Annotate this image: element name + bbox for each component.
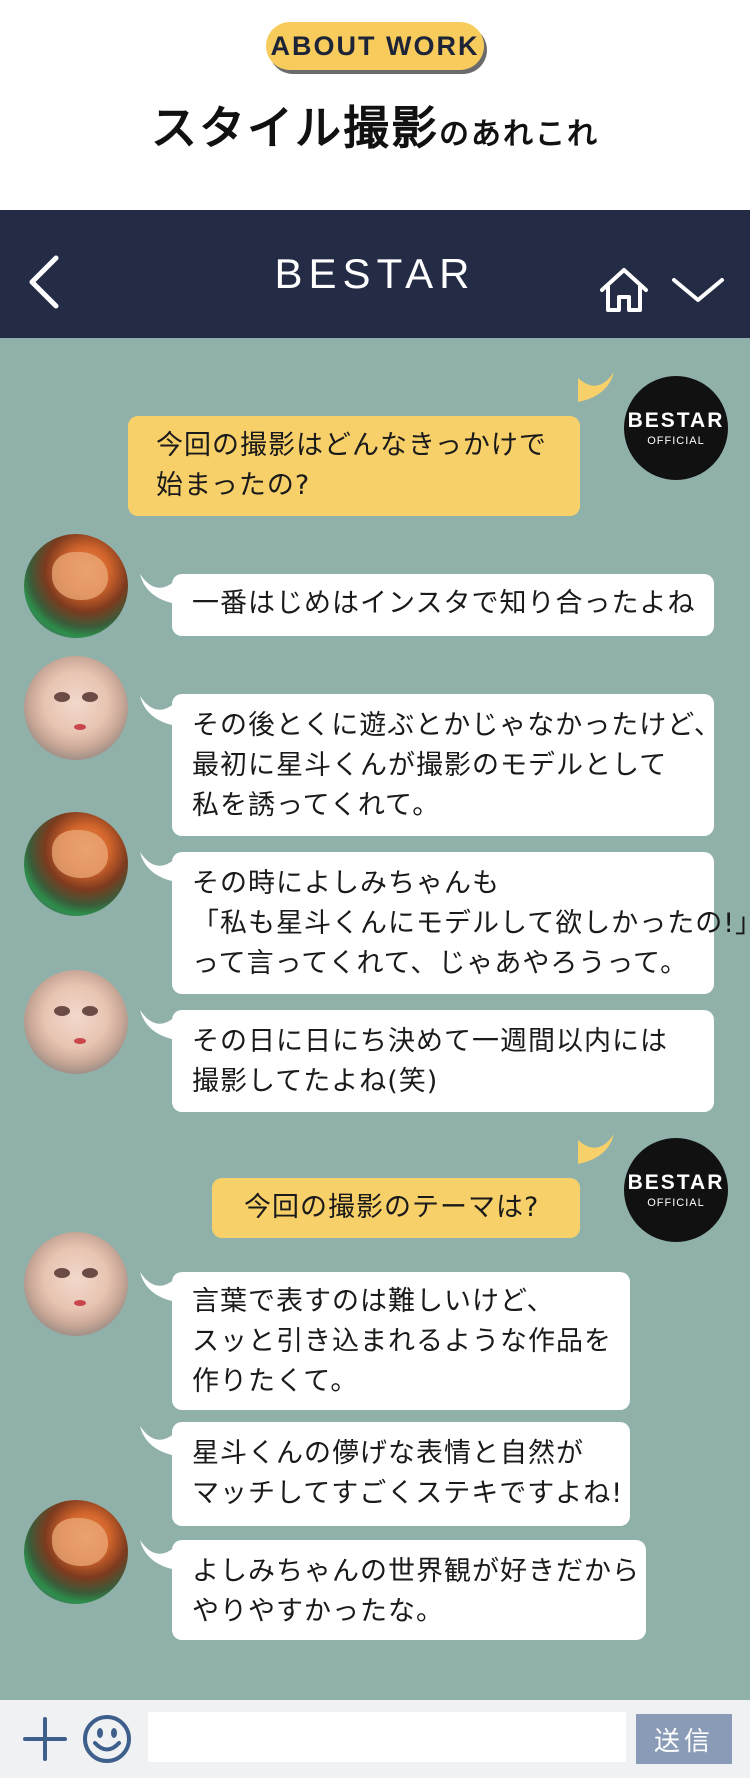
bubble-tail: [140, 852, 176, 882]
message-bubble: その日に日にち決めて一週間以内には 撮影してたよね(笑): [172, 1010, 714, 1112]
official-avatar-line2: OFFICIAL: [647, 435, 705, 447]
message-line: マッチしてすごくステキですよね!: [192, 1478, 624, 1509]
message-input[interactable]: [148, 1712, 626, 1762]
message-line: よしみちゃんの世界観が好きだから: [192, 1556, 640, 1587]
avatar-man[interactable]: [24, 1500, 128, 1604]
bubble-tail: [140, 1272, 176, 1302]
message-line: 一番はじめはインスタで知り合ったよね: [192, 588, 696, 619]
message-line: 「私も星斗くんにモデルして欲しかったの!」: [192, 908, 750, 939]
message-bubble: 一番はじめはインスタで知り合ったよね: [172, 574, 714, 636]
message-bubble: その時によしみちゃんも 「私も星斗くんにモデルして欲しかったの!」 って言ってく…: [172, 852, 750, 994]
official-avatar-line2: OFFICIAL: [647, 1197, 705, 1209]
message-bubble-official: 今回の撮影はどんなきっかけで 始まったの?: [128, 416, 580, 516]
chevron-down-icon[interactable]: [670, 274, 726, 306]
message-bubble: その後とくに遊ぶとかじゃなかったけど、 最初に星斗くんが撮影のモデルとして 私を…: [172, 694, 722, 836]
message-line: 作りたくて。: [192, 1366, 359, 1397]
official-avatar[interactable]: BESTAR OFFICIAL: [624, 376, 728, 480]
home-icon[interactable]: [598, 266, 650, 314]
message-line: 始まったの?: [156, 470, 311, 501]
send-button[interactable]: 送信: [636, 1714, 732, 1764]
official-avatar[interactable]: BESTAR OFFICIAL: [624, 1138, 728, 1242]
page-title: スタイル撮影のあれこれ: [0, 92, 750, 158]
about-work-badge: ABOUT WORK: [266, 22, 484, 70]
message-line: 星斗くんの儚げな表情と自然が: [192, 1438, 584, 1469]
message-line: 最初に星斗くんが撮影のモデルとして: [192, 750, 668, 781]
avatar-woman[interactable]: [24, 1232, 128, 1336]
message-line: その時によしみちゃんも: [192, 868, 500, 899]
page-title-main: スタイル撮影: [151, 101, 439, 155]
emoji-icon[interactable]: [82, 1714, 132, 1764]
message-line: 今回の撮影はどんなきっかけで: [156, 430, 547, 461]
message-line: って言ってくれて、じゃあやろうって。: [192, 948, 689, 979]
message-line: その後とくに遊ぶとかじゃなかったけど、: [192, 710, 722, 741]
bubble-tail: [140, 696, 176, 726]
message-line: 言葉で表すのは難しいけど、: [192, 1286, 555, 1317]
avatar-man[interactable]: [24, 534, 128, 638]
message-bubble: 星斗くんの儚げな表情と自然が マッチしてすごくステキですよね!: [172, 1422, 630, 1526]
chat-area[interactable]: BESTAR OFFICIAL 今回の撮影はどんなきっかけで 始まったの? 一番…: [0, 338, 750, 1700]
official-avatar-line1: BESTAR: [627, 1171, 725, 1194]
avatar-man[interactable]: [24, 812, 128, 916]
message-line: やりやすかったな。: [192, 1596, 444, 1627]
bubble-tail: [140, 574, 176, 604]
bubble-tail: [140, 1540, 176, 1570]
plus-icon[interactable]: [22, 1716, 68, 1762]
message-bubble: 言葉で表すのは難しいけど、 スッと引き込まれるような作品を 作りたくて。: [172, 1272, 630, 1410]
page-header: ABOUT WORK スタイル撮影のあれこれ: [0, 0, 750, 210]
back-chevron-icon[interactable]: [26, 254, 66, 310]
message-line: 私を誘ってくれて。: [192, 790, 441, 821]
message-input-bar: 送信: [0, 1700, 750, 1778]
bubble-tail: [578, 1134, 614, 1164]
official-avatar-line1: BESTAR: [627, 409, 725, 432]
avatar-woman[interactable]: [24, 656, 128, 760]
message-bubble: よしみちゃんの世界観が好きだから やりやすかったな。: [172, 1540, 646, 1640]
avatar-woman[interactable]: [24, 970, 128, 1074]
page-title-suffix: のあれこれ: [439, 117, 599, 152]
message-line: スッと引き込まれるような作品を: [192, 1326, 612, 1357]
message-bubble-official: 今回の撮影のテーマは?: [212, 1178, 580, 1238]
bubble-tail: [578, 372, 614, 402]
message-line: 今回の撮影のテーマは?: [244, 1192, 540, 1223]
bubble-tail: [140, 1010, 176, 1040]
message-line: 撮影してたよね(笑): [192, 1066, 439, 1097]
message-line: その日に日にち決めて一週間以内には: [192, 1026, 668, 1057]
bubble-tail: [140, 1426, 176, 1456]
